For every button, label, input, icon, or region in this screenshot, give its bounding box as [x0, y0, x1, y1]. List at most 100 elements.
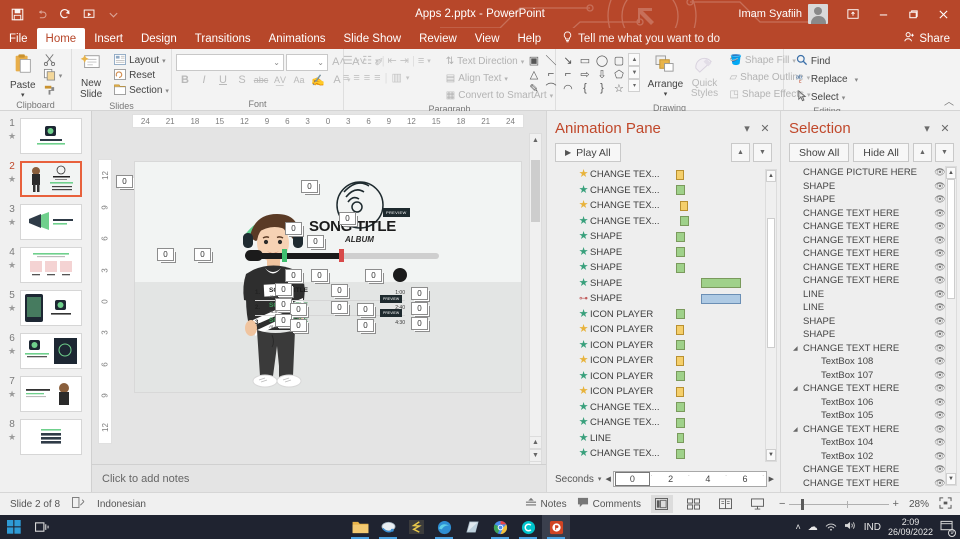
animation-timeline-bar[interactable]	[676, 355, 684, 366]
shape-elbow2-icon[interactable]: ⌐	[559, 67, 576, 81]
tab-slide-show[interactable]: Slide Show	[335, 28, 411, 49]
account-name[interactable]: Imam Syafiih	[738, 8, 802, 20]
animation-tag[interactable]: 0	[290, 319, 307, 332]
shape-pentagon-icon[interactable]: ⬠	[610, 67, 627, 81]
animation-timeline-bar[interactable]	[676, 231, 685, 242]
album-text[interactable]: ALBUM	[345, 235, 374, 244]
expand-collapse-icon[interactable]: ◢	[793, 426, 798, 433]
tab-animations[interactable]: Animations	[260, 28, 335, 49]
animation-timeline-bar[interactable]	[677, 433, 684, 444]
animation-item[interactable]: ★CHANGE TEX...	[547, 446, 780, 462]
selection-item[interactable]: ◢ CHANGE TEXT HERE 👁	[781, 342, 960, 356]
selection-item[interactable]: CHANGE TEXT HERE 👁	[781, 274, 960, 288]
animation-item[interactable]: ★ ICON PLAYER	[547, 322, 780, 338]
animation-item[interactable]: ★CHANGE TEX...	[547, 400, 780, 416]
seconds-label[interactable]: Seconds	[555, 474, 594, 485]
animation-timeline-bar[interactable]	[676, 402, 685, 413]
caret-up-icon[interactable]: ▲	[913, 143, 932, 162]
animation-tag[interactable]: 0	[275, 283, 292, 296]
microsoft-edge-icon[interactable]	[430, 515, 458, 539]
selection-item[interactable]: SHAPE 👁	[781, 193, 960, 207]
animation-tag[interactable]: 0	[331, 284, 348, 297]
selection-item[interactable]: SHAPE 👁	[781, 315, 960, 329]
animation-timeline-bar[interactable]	[676, 324, 684, 335]
animation-timeline-bar[interactable]	[676, 185, 685, 196]
find-button[interactable]: Find	[793, 54, 861, 69]
canvas-scroll-thumb[interactable]	[531, 160, 540, 222]
arrange-button[interactable]: Arrange ▾	[645, 53, 685, 98]
animation-list-scrollbar[interactable]: ▲ ▼	[765, 169, 777, 462]
font-size-input[interactable]: ⌄	[286, 53, 328, 71]
shape-down-arrow-icon[interactable]: ⇩	[593, 67, 610, 81]
shape-oval-icon[interactable]: ◯	[593, 53, 610, 67]
animation-tag[interactable]: 0	[331, 301, 348, 314]
slide-thumb-frame-3[interactable]	[20, 204, 82, 240]
play-button-circle[interactable]	[393, 268, 407, 282]
zoom-level[interactable]: 28%	[909, 499, 929, 510]
animation-timeline-bar[interactable]	[676, 448, 685, 459]
animation-tag[interactable]: 0	[411, 302, 428, 315]
language-indicator[interactable]: IND	[864, 522, 881, 533]
selection-item[interactable]: ◢ CHANGE TEXT HERE 👁	[781, 382, 960, 396]
slide-thumbnail-6[interactable]: 6 ★	[0, 333, 91, 369]
animation-tag[interactable]: 0	[116, 175, 133, 188]
zoom-slider[interactable]: − +	[779, 498, 899, 510]
selection-scroll-up-icon[interactable]: ▲	[946, 167, 956, 179]
collapse-ribbon-icon[interactable]: ︿	[944, 93, 954, 108]
section-button[interactable]: Section ▾	[111, 83, 172, 98]
format-painter-button[interactable]	[40, 83, 66, 98]
close-icon[interactable]: ✕	[936, 119, 954, 137]
layout-button[interactable]: Layout ▾	[111, 53, 172, 68]
animation-tag[interactable]: 0	[357, 319, 374, 332]
animation-timeline-bar[interactable]	[676, 386, 684, 397]
animation-timeline-bar[interactable]	[701, 278, 741, 289]
animation-timeline-bar[interactable]	[701, 293, 741, 304]
align-center-icon[interactable]: ≡	[353, 72, 359, 84]
selection-item[interactable]: LINE 👁	[781, 288, 960, 302]
zoom-track[interactable]	[789, 498, 889, 510]
slide-thumb-frame-8[interactable]	[20, 419, 82, 455]
selection-item[interactable]: TextBox 104 👁	[781, 436, 960, 450]
selection-item[interactable]: TextBox 105 👁	[781, 409, 960, 423]
reset-button[interactable]: Reset	[111, 68, 172, 83]
caret-down-icon[interactable]: ▼	[753, 143, 772, 162]
close-icon[interactable]: ✕	[756, 119, 774, 137]
shapes-gallery-scroll[interactable]: ▲ ▼ ▾	[628, 53, 641, 92]
animation-tag[interactable]: 0	[365, 269, 382, 282]
animation-scroll-thumb[interactable]	[767, 218, 775, 348]
playlist-badge[interactable]: PREVIEW	[380, 295, 403, 303]
animation-item[interactable]: ★ SHAPE	[547, 229, 780, 245]
ribbon-display-options-button[interactable]	[838, 0, 868, 28]
shapes-scroll-up-icon[interactable]: ▲	[628, 53, 641, 66]
replace-button[interactable]: ab c Replace ▾	[793, 72, 861, 87]
chevron-down-icon[interactable]: ▾	[918, 119, 936, 137]
slide-thumb-frame-6[interactable]	[20, 333, 82, 369]
expand-collapse-icon[interactable]: ◢	[793, 345, 798, 352]
animation-timeline-bar[interactable]	[676, 309, 685, 320]
pinned-app-icon[interactable]	[374, 515, 402, 539]
selection-item[interactable]: CHANGE TEXT HERE 👁	[781, 247, 960, 261]
shape-arrow-icon[interactable]: ↘	[559, 53, 576, 67]
scroll-up-icon[interactable]: ▲	[530, 134, 541, 147]
selection-scroll-down-icon[interactable]: ▼	[946, 473, 956, 485]
selection-item[interactable]: CHANGE TEXT HERE 👁	[781, 463, 960, 477]
playlist-badge[interactable]: PREVIEW	[380, 309, 403, 317]
show-all-button[interactable]: Show All	[789, 143, 850, 162]
hide-all-button[interactable]: Hide All	[853, 143, 909, 162]
notepad-icon[interactable]	[458, 515, 486, 539]
tab-design[interactable]: Design	[132, 28, 186, 49]
animation-scroll-up-icon[interactable]: ▲	[766, 170, 776, 182]
notes-pane[interactable]: Click to add notes	[92, 464, 546, 492]
animation-tag[interactable]: 0	[311, 269, 328, 282]
selection-list[interactable]: CHANGE PICTURE HERE 👁 SHAPE 👁 SHAPE 👁 CHANG…	[781, 166, 960, 488]
file-explorer-icon[interactable]	[346, 515, 374, 539]
slide-thumb-frame-4[interactable]	[20, 247, 82, 283]
animation-tag[interactable]: 0	[357, 303, 374, 316]
selection-item[interactable]: TextBox 106 👁	[781, 396, 960, 410]
sublime-text-icon[interactable]	[402, 515, 430, 539]
animation-item[interactable]: ★ ICON PLAYER	[547, 307, 780, 323]
shape-textbox-icon[interactable]: ▣	[525, 53, 542, 67]
progress-handle-left[interactable]	[245, 250, 263, 261]
underline-button[interactable]: U	[214, 72, 232, 89]
shape-rounded-rect-icon[interactable]: ▢	[610, 53, 627, 67]
